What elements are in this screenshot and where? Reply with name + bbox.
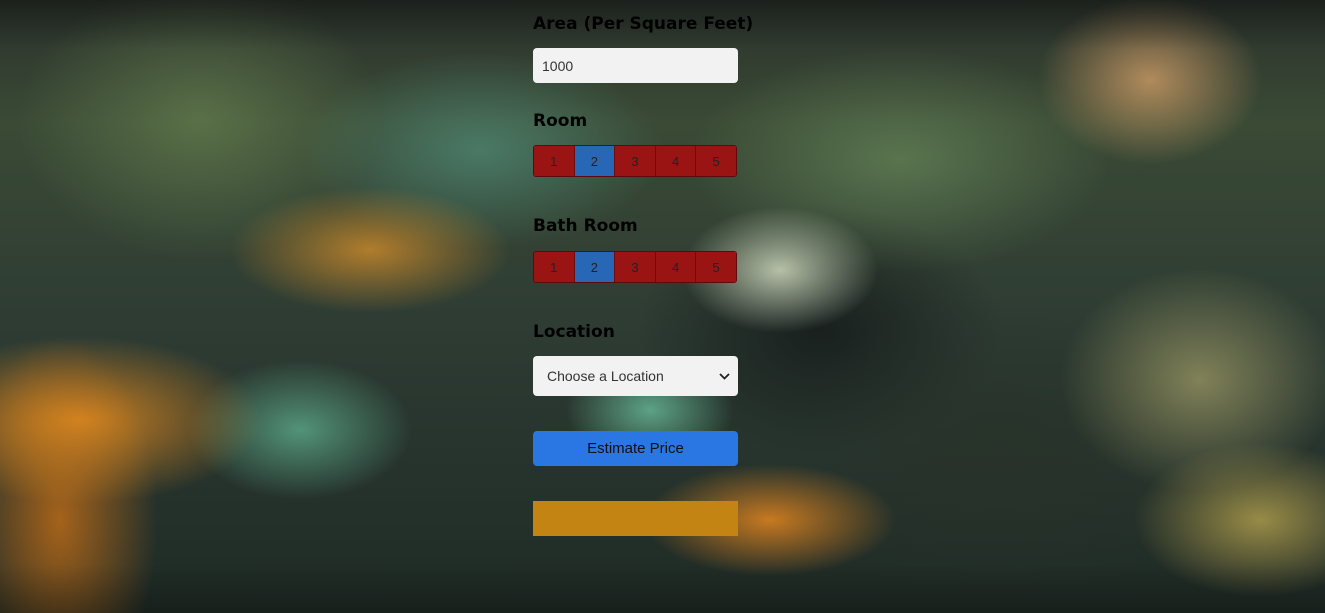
room-label: Room	[533, 111, 588, 131]
room-option-5[interactable]: 5	[696, 146, 736, 176]
bath-option-1[interactable]: 1	[534, 252, 575, 282]
bath-room-selector: 1 2 3 4 5	[533, 251, 737, 283]
area-label: Area (Per Square Feet)	[533, 14, 754, 34]
location-selected-value: Choose a Location	[547, 368, 664, 384]
bath-option-5[interactable]: 5	[696, 252, 736, 282]
bath-option-4[interactable]: 4	[655, 252, 697, 282]
estimate-price-button[interactable]: Estimate Price	[533, 431, 738, 466]
room-option-1[interactable]: 1	[534, 146, 575, 176]
room-option-4[interactable]: 4	[655, 146, 697, 176]
location-select[interactable]: Choose a Location	[533, 356, 738, 396]
bath-room-label: Bath Room	[533, 216, 638, 236]
room-option-2[interactable]: 2	[574, 146, 616, 176]
bath-option-2[interactable]: 2	[574, 252, 616, 282]
room-option-3[interactable]: 3	[615, 146, 656, 176]
chevron-down-icon	[718, 370, 730, 382]
estimated-price-output	[533, 501, 738, 536]
area-input[interactable]	[533, 48, 738, 83]
location-label: Location	[533, 322, 615, 342]
room-selector: 1 2 3 4 5	[533, 145, 737, 177]
bath-option-3[interactable]: 3	[615, 252, 656, 282]
